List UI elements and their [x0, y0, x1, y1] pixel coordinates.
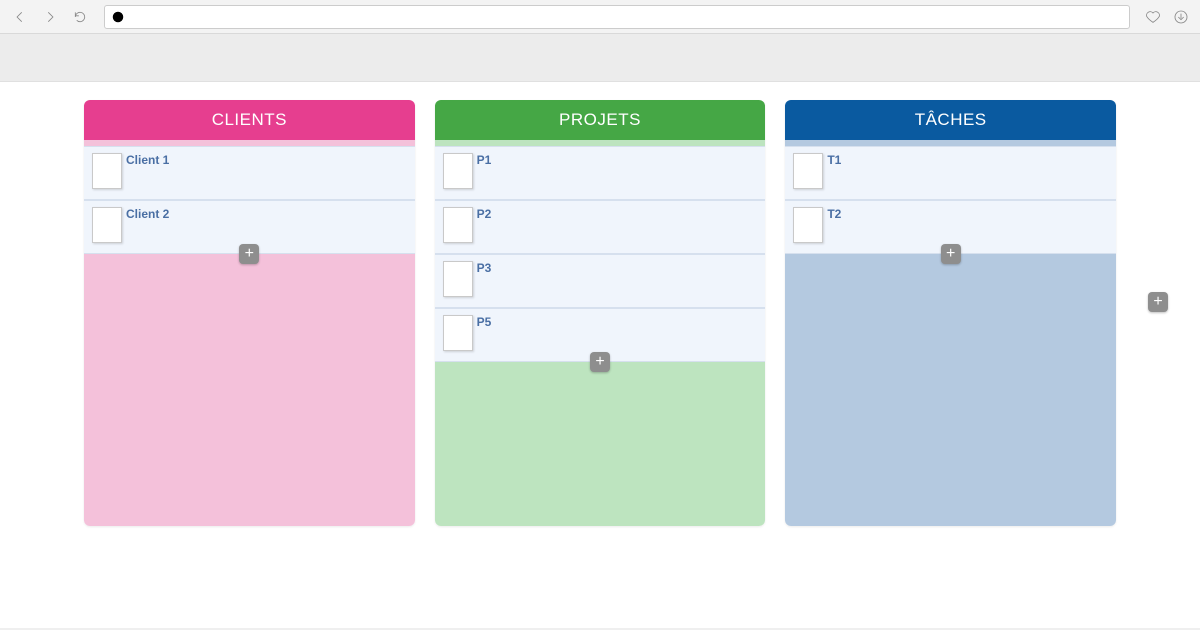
- add-card-button[interactable]: +: [239, 244, 259, 264]
- card-list: Client 1 Client 2: [84, 146, 415, 254]
- card-label: T2: [827, 207, 841, 221]
- column-header[interactable]: CLIENTS: [84, 100, 415, 140]
- card-thumbnail: [443, 261, 473, 297]
- secondary-toolbar: [0, 34, 1200, 82]
- address-bar[interactable]: [104, 5, 1130, 29]
- column-body: Client 1 Client 2 +: [84, 140, 415, 526]
- plus-icon: +: [595, 354, 604, 370]
- card-thumbnail: [793, 153, 823, 189]
- download-button[interactable]: [1170, 6, 1192, 28]
- browser-toolbar: [0, 0, 1200, 34]
- column-header[interactable]: PROJETS: [435, 100, 766, 140]
- card-label: P1: [477, 153, 492, 167]
- card[interactable]: P2: [435, 200, 766, 254]
- card[interactable]: P1: [435, 146, 766, 200]
- card-label: T1: [827, 153, 841, 167]
- card-thumbnail: [793, 207, 823, 243]
- card[interactable]: Client 1: [84, 146, 415, 200]
- board-column: CLIENTS Client 1 Client 2 +: [84, 100, 415, 526]
- card-label: P5: [477, 315, 492, 329]
- card[interactable]: T1: [785, 146, 1116, 200]
- column-header[interactable]: TÂCHES: [785, 100, 1116, 140]
- favorite-button[interactable]: [1142, 6, 1164, 28]
- card-list: P1 P2 P3 P5: [435, 146, 766, 362]
- card-thumbnail: [443, 207, 473, 243]
- card-thumbnail: [92, 153, 122, 189]
- column-body: T1 T2 +: [785, 140, 1116, 526]
- add-card-button[interactable]: +: [590, 352, 610, 372]
- add-card-button[interactable]: +: [941, 244, 961, 264]
- plus-icon: +: [946, 246, 955, 262]
- globe-icon: [111, 10, 125, 24]
- card-thumbnail: [92, 207, 122, 243]
- forward-button[interactable]: [38, 5, 62, 29]
- card-thumbnail: [443, 153, 473, 189]
- url-input[interactable]: [125, 10, 1123, 24]
- card-label: P3: [477, 261, 492, 275]
- column-body: P1 P2 P3 P5 +: [435, 140, 766, 526]
- kanban-board: CLIENTSClient 1Client 2+PROJETSP1P2P3P5+…: [0, 82, 1200, 526]
- plus-icon: +: [245, 246, 254, 262]
- card-thumbnail: [443, 315, 473, 351]
- card-label: Client 2: [126, 207, 169, 221]
- add-column-button[interactable]: +: [1148, 292, 1168, 312]
- card-label: P2: [477, 207, 492, 221]
- card[interactable]: P3: [435, 254, 766, 308]
- card-list: T1 T2: [785, 146, 1116, 254]
- card-label: Client 1: [126, 153, 169, 167]
- back-button[interactable]: [8, 5, 32, 29]
- board-column: TÂCHES T1 T2 +: [785, 100, 1116, 526]
- reload-button[interactable]: [68, 5, 92, 29]
- board-column: PROJETS P1 P2 P3 P5 +: [435, 100, 766, 526]
- plus-icon: +: [1153, 293, 1162, 311]
